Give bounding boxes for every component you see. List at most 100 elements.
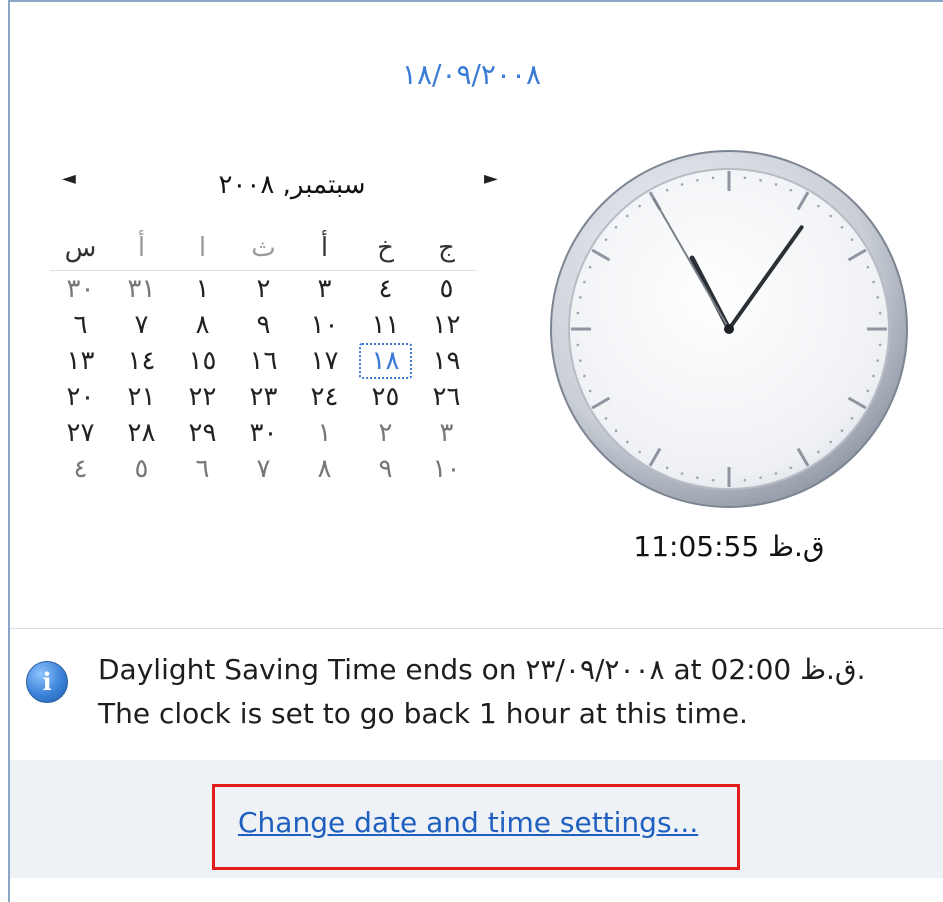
minute-tick [817, 450, 820, 454]
calendar-day[interactable]: ٢٥ [355, 379, 416, 415]
minute-tick [625, 214, 629, 218]
calendar-day[interactable]: ٣ [416, 415, 477, 451]
calendar-day[interactable]: ١٢ [416, 307, 477, 343]
minute-tick [638, 450, 641, 454]
minute-tick [614, 429, 618, 433]
calendar-day[interactable]: ٣٠ [50, 271, 111, 307]
prev-month-arrow-icon[interactable]: ◄ [62, 168, 76, 189]
minute-tick [583, 374, 586, 378]
minute-tick [614, 225, 618, 229]
calendar-day[interactable]: ٢٢ [172, 379, 233, 415]
calendar-day[interactable]: ٨ [294, 451, 355, 487]
calendar-day[interactable]: ١٣ [50, 343, 111, 379]
minute-tick [817, 204, 820, 208]
minute-tick [588, 265, 592, 269]
calendar-day[interactable]: ٢٩ [172, 415, 233, 451]
calendar-day[interactable]: ٢ [233, 271, 294, 307]
minute-tick [711, 478, 715, 482]
calendar-day[interactable]: ٢٠ [50, 379, 111, 415]
calendar-day[interactable]: ١٠ [416, 451, 477, 487]
minute-tick [579, 296, 582, 299]
weekday-header: س [50, 226, 111, 271]
calendar-day[interactable]: ١٠ [294, 307, 355, 343]
calendar-day[interactable]: ٢٨ [111, 415, 172, 451]
minute-tick [850, 417, 854, 420]
weekday-header: خ [355, 226, 416, 271]
weekday-header: ج [416, 226, 477, 271]
clock-center-pin [724, 324, 734, 334]
minute-tick [625, 440, 629, 444]
weekday-header: ث [233, 226, 294, 271]
calendar-day[interactable]: ٩ [233, 307, 294, 343]
minute-tick [872, 280, 875, 284]
calendar-day[interactable]: ٢٧ [50, 415, 111, 451]
minute-tick [743, 478, 747, 482]
calendar-day[interactable]: ١ [294, 415, 355, 451]
calendar-day[interactable]: ٧ [233, 451, 294, 487]
calendar-day[interactable]: ٤ [50, 451, 111, 487]
minute-tick [576, 343, 580, 347]
divider [10, 628, 943, 629]
minute-tick [638, 204, 641, 208]
calendar-day[interactable]: ٩ [355, 451, 416, 487]
calendar-day[interactable]: ٢١ [111, 379, 172, 415]
weekday-header: ا [172, 226, 233, 271]
minute-tick [588, 389, 592, 393]
minute-tick [680, 183, 684, 186]
minute-tick [759, 476, 762, 479]
minute-tick [665, 188, 669, 192]
minute-tick [840, 225, 844, 229]
minute-tick [680, 472, 684, 475]
calendar-day[interactable]: ٥ [416, 271, 477, 307]
weekday-header: أ [111, 226, 172, 271]
current-date-link[interactable]: ١٨/٠٩/٢٠٠٨ [0, 58, 943, 91]
calendar-day[interactable]: ١٩ [416, 343, 477, 379]
minute-tick [696, 476, 699, 479]
minute-tick [604, 417, 608, 420]
calendar-day[interactable]: ٢٦ [416, 379, 477, 415]
calendar-day[interactable]: ٧ [111, 307, 172, 343]
calendar-day[interactable]: ١١ [355, 307, 416, 343]
minute-tick [850, 238, 854, 241]
calendar-day[interactable]: ٣٠ [233, 415, 294, 451]
minute-tick [579, 359, 582, 362]
calendar-grid: ج خ أ ث ا أ س ٥ ٤ ٣ ٢ ١ ٣١ ٣٠ ١٢ ١١ ١٠ ٩ ٨ ٧ ٦ ١٩ ١٨ ١٧ ١٦ ١٥ ١٤ ١٣… [50, 226, 477, 487]
minute-tick [829, 440, 833, 444]
calendar-day[interactable]: ٢٤ [294, 379, 355, 415]
month-title[interactable]: سبتمبر, ٢٠٠٨ [172, 170, 412, 200]
calendar-day[interactable]: ١٦ [233, 343, 294, 379]
minute-tick [866, 265, 870, 269]
minute-tick [583, 280, 586, 284]
calendar-day[interactable]: ١٥ [172, 343, 233, 379]
calendar-day[interactable]: ٣١ [111, 271, 172, 307]
calendar-day[interactable]: ١٤ [111, 343, 172, 379]
calendar-day[interactable]: ٢٣ [233, 379, 294, 415]
calendar-day[interactable]: ٥ [111, 451, 172, 487]
time-readout: 11:05:55 ق.ظ [633, 530, 825, 563]
minute-tick [696, 179, 699, 182]
calendar-day[interactable]: ٦ [172, 451, 233, 487]
minute-tick [576, 311, 580, 315]
calendar-header: ◄ سبتمبر, ٢٠٠٨ ► [52, 168, 512, 208]
minute-tick [774, 183, 778, 186]
calendar-day[interactable]: ٣ [294, 271, 355, 307]
minute-tick [866, 389, 870, 393]
calendar-day[interactable]: ١٨ [359, 343, 412, 379]
dst-info-text: Daylight Saving Time ends on ٢٣/٠٩/٢٠٠٨ … [98, 653, 866, 730]
minute-tick [759, 179, 762, 182]
minute-tick [665, 466, 669, 470]
calendar-day[interactable]: ٢ [355, 415, 416, 451]
change-date-time-settings-link[interactable]: Change date and time settings... [238, 806, 698, 839]
minute-tick [829, 214, 833, 218]
calendar-day[interactable]: ٤ [355, 271, 416, 307]
clock-face-icon [550, 150, 908, 508]
calendar-day[interactable]: ١ [172, 271, 233, 307]
minute-tick [711, 176, 715, 180]
minute-tick [840, 429, 844, 433]
calendar-day[interactable]: ١٧ [294, 343, 355, 379]
next-month-arrow-icon[interactable]: ► [484, 168, 498, 189]
minute-tick [876, 296, 879, 299]
calendar-day[interactable]: ٨ [172, 307, 233, 343]
minute-tick [876, 359, 879, 362]
calendar-day[interactable]: ٦ [50, 307, 111, 343]
